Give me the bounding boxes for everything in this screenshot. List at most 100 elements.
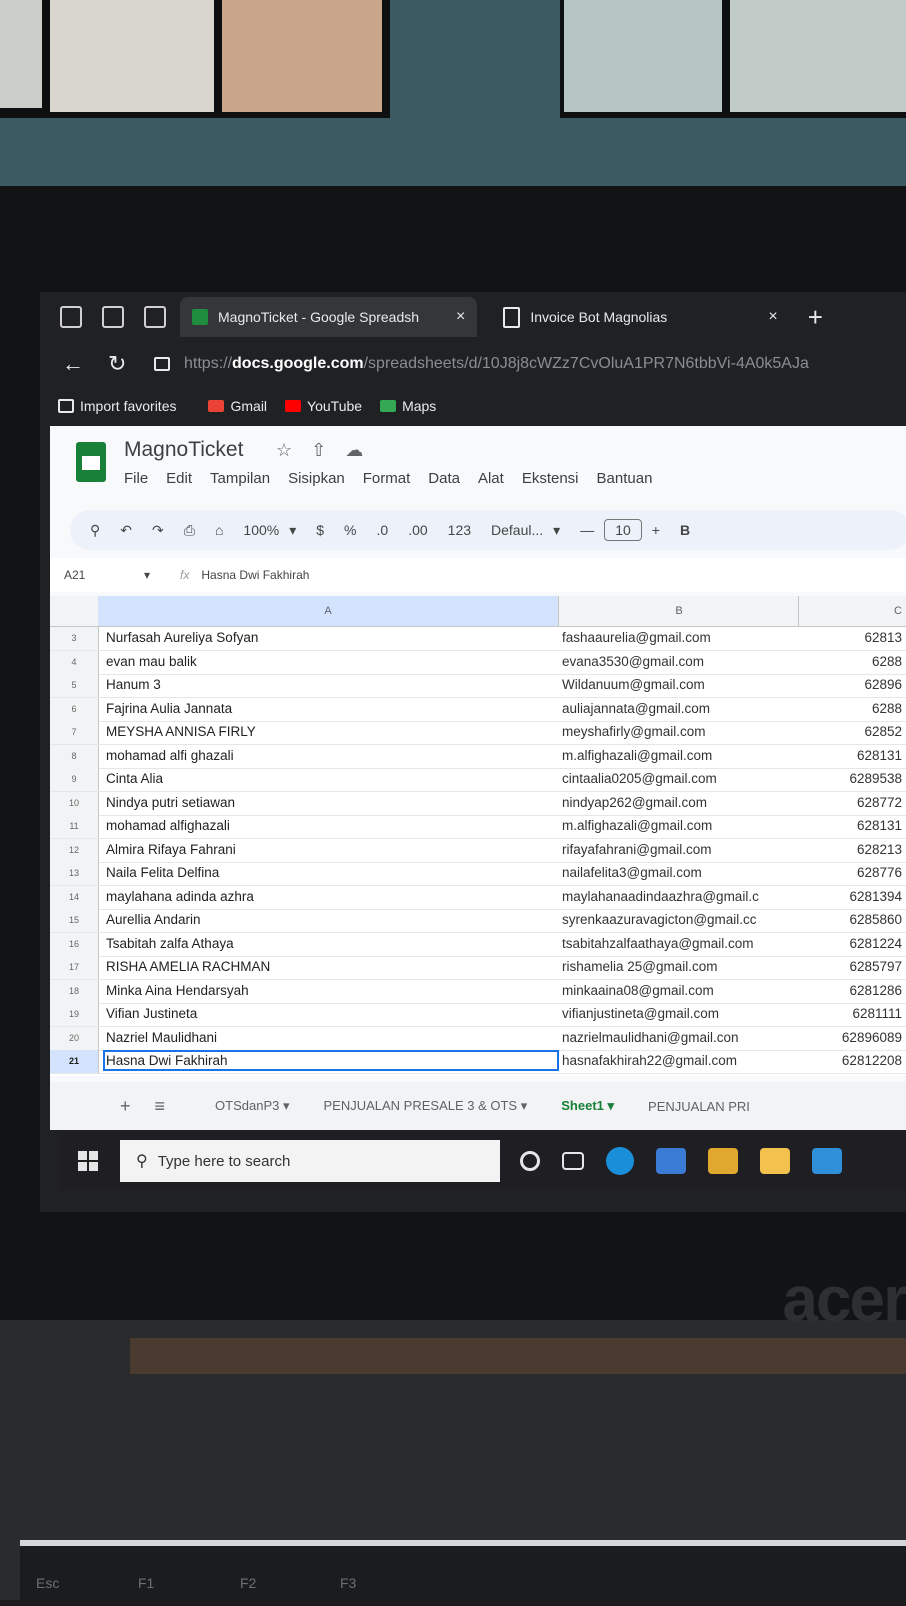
file-explorer-icon[interactable]: [760, 1148, 790, 1174]
cell-phone[interactable]: 6289538: [802, 771, 902, 786]
bookmark-maps[interactable]: Maps: [380, 398, 436, 414]
cell-phone[interactable]: 6285860: [802, 912, 902, 927]
row-number[interactable]: 9: [50, 768, 99, 791]
taskbar-search-box[interactable]: ⚲ Type here to search: [120, 1140, 500, 1182]
cell-email[interactable]: rifayafahrani@gmail.com: [562, 842, 794, 857]
row-number[interactable]: 4: [50, 650, 99, 674]
workspaces-icon[interactable]: [60, 306, 82, 328]
font-size-input[interactable]: 10: [604, 519, 642, 541]
cell-name[interactable]: MEYSHA ANNISA FIRLY: [106, 724, 556, 739]
percent-format-button[interactable]: %: [344, 522, 356, 538]
collections-icon[interactable]: [102, 306, 124, 328]
menu-insert[interactable]: Sisipkan: [288, 470, 345, 487]
cell-name[interactable]: Fajrina Aulia Jannata: [106, 701, 556, 716]
row-number[interactable]: 12: [50, 838, 99, 862]
cell-name[interactable]: Almira Rifaya Fahrani: [106, 842, 556, 857]
browser-tab-invoice[interactable]: Invoice Bot Magnolias ×: [491, 297, 789, 337]
row-number[interactable]: 17: [50, 956, 99, 979]
menu-tools[interactable]: Alat: [478, 470, 504, 487]
row-number[interactable]: 15: [50, 909, 99, 932]
row-number[interactable]: 20: [50, 1026, 99, 1050]
mail-icon[interactable]: [656, 1148, 686, 1174]
row-number[interactable]: 11: [50, 815, 99, 838]
cell-name[interactable]: Cinta Alia: [106, 771, 556, 786]
cell-phone[interactable]: 62896089: [802, 1030, 902, 1045]
cell-email[interactable]: nazrielmaulidhani@gmail.con: [562, 1030, 794, 1045]
bookmark-gmail[interactable]: Gmail: [208, 398, 267, 414]
cell-email[interactable]: tsabitahzalfaathaya@gmail.com: [562, 936, 794, 951]
menu-edit[interactable]: Edit: [166, 470, 192, 487]
cell-phone[interactable]: 62852: [802, 724, 902, 739]
cell-phone[interactable]: 62813: [802, 630, 902, 645]
column-header-b[interactable]: B: [558, 596, 799, 626]
menu-file[interactable]: File: [124, 470, 148, 487]
cell-phone[interactable]: 6281286: [802, 983, 902, 998]
currency-format-button[interactable]: $: [316, 522, 324, 538]
move-icon[interactable]: ⇧: [311, 440, 326, 460]
chevron-down-icon[interactable]: ▾: [289, 522, 296, 539]
row-number[interactable]: 10: [50, 791, 99, 815]
cell-phone[interactable]: 6281394: [802, 889, 902, 904]
store-icon[interactable]: [708, 1148, 738, 1174]
paint-format-icon[interactable]: ⌂: [215, 522, 223, 538]
cell-email[interactable]: minkaaina08@gmail.com: [562, 983, 794, 998]
redo-icon[interactable]: ↷: [152, 522, 164, 539]
row-number[interactable]: 16: [50, 932, 99, 956]
row-number[interactable]: 6: [50, 697, 99, 721]
cell-name[interactable]: Tsabitah zalfa Athaya: [106, 936, 556, 951]
cell-email[interactable]: m.alfighazali@gmail.com: [562, 818, 794, 833]
cell-phone[interactable]: 6288: [802, 701, 902, 716]
row-number[interactable]: 13: [50, 862, 99, 885]
all-sheets-button[interactable]: ≡: [155, 1096, 166, 1117]
cell-phone[interactable]: 628213: [802, 842, 902, 857]
cloud-status-icon[interactable]: ☁: [345, 440, 363, 460]
chevron-down-icon[interactable]: ▾: [553, 522, 560, 539]
cell-email[interactable]: Wildanuum@gmail.com: [562, 677, 794, 692]
cell-name[interactable]: Vifian Justineta: [106, 1006, 556, 1021]
cell-name[interactable]: mohamad alfighazali: [106, 818, 556, 833]
cell-email[interactable]: maylahanaadindaazhra@gmail.c: [562, 889, 794, 904]
menu-format[interactable]: Format: [363, 470, 411, 487]
increase-decimal-button[interactable]: .00: [408, 522, 427, 538]
tab-actions-icon[interactable]: [144, 306, 166, 328]
row-number[interactable]: 21: [50, 1050, 99, 1073]
cell-phone[interactable]: 62812208: [802, 1053, 902, 1068]
cell-phone[interactable]: 628772: [802, 795, 902, 810]
menu-view[interactable]: Tampilan: [210, 470, 270, 487]
cell-email[interactable]: cintaalia0205@gmail.com: [562, 771, 794, 786]
cell-phone[interactable]: 628131: [802, 818, 902, 833]
refresh-icon[interactable]: ↻: [108, 351, 132, 377]
cell-name[interactable]: Hasna Dwi Fakhirah: [103, 1050, 559, 1071]
chevron-down-icon[interactable]: ▾: [144, 568, 150, 582]
cell-email[interactable]: auliajannata@gmail.com: [562, 701, 794, 716]
cell-phone[interactable]: 62896: [802, 677, 902, 692]
task-view-icon[interactable]: [562, 1152, 584, 1170]
undo-icon[interactable]: ↶: [120, 522, 132, 539]
row-number[interactable]: 19: [50, 1003, 99, 1026]
sheet-tab-penjualan-pri[interactable]: PENJUALAN PRI: [648, 1099, 750, 1114]
cell-name[interactable]: Naila Felita Delfina: [106, 865, 556, 880]
row-number[interactable]: 7: [50, 721, 99, 744]
cell-name[interactable]: RISHA AMELIA RACHMAN: [106, 959, 556, 974]
cell-phone[interactable]: 628131: [802, 748, 902, 763]
cell-name[interactable]: mohamad alfi ghazali: [106, 748, 556, 763]
menu-help[interactable]: Bantuan: [597, 470, 653, 487]
bold-button[interactable]: B: [680, 522, 690, 538]
cell-email[interactable]: vifianjustineta@gmail.com: [562, 1006, 794, 1021]
more-formats-button[interactable]: 123: [448, 522, 471, 538]
row-number[interactable]: 8: [50, 744, 99, 768]
cell-phone[interactable]: 6288: [802, 654, 902, 669]
browser-tab-magnoticket[interactable]: MagnoTicket - Google Spreadsh ×: [180, 297, 478, 337]
cell-phone[interactable]: 6281224: [802, 936, 902, 951]
sheets-logo-icon[interactable]: [76, 442, 106, 482]
column-header-c[interactable]: C: [798, 596, 906, 626]
menu-data[interactable]: Data: [428, 470, 460, 487]
increase-font-size-button[interactable]: +: [652, 522, 660, 538]
cell-email[interactable]: nindyap262@gmail.com: [562, 795, 794, 810]
print-icon[interactable]: ⎙: [184, 522, 195, 539]
decrease-font-size-button[interactable]: —: [580, 522, 594, 538]
sheet-tab-sheet1[interactable]: Sheet1 ▾: [561, 1098, 614, 1114]
cortana-icon[interactable]: [520, 1151, 540, 1171]
sheet-tab-otsdanp3[interactable]: OTSdanP3 ▾: [215, 1098, 289, 1114]
back-arrow-icon[interactable]: ←: [62, 351, 86, 377]
